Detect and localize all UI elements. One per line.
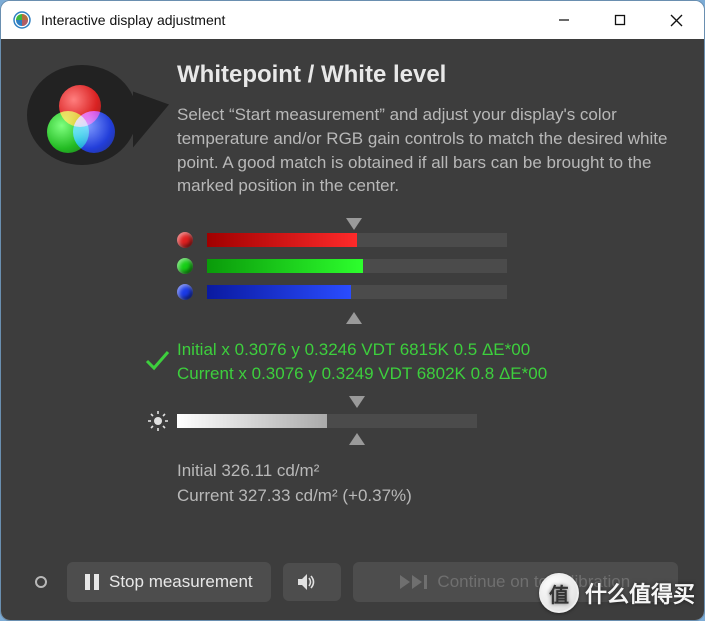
brightness-block [177, 400, 678, 448]
speaker-icon [297, 573, 317, 591]
content-area: Whitepoint / White level Select “Start m… [1, 39, 704, 620]
green-led-icon [177, 258, 193, 274]
pause-icon [85, 574, 99, 590]
rgb-status-text: Initial x 0.3076 y 0.3246 VDT 6815K 0.5 … [177, 338, 547, 386]
maximize-button[interactable] [592, 1, 648, 39]
red-bar-fill [207, 233, 357, 247]
brightness-marker-bottom-icon [349, 433, 365, 445]
brightness-current-line: Current 327.33 cd/m² (+0.37%) [177, 483, 678, 509]
red-bar-row [177, 232, 678, 248]
blue-bar-row [177, 284, 678, 300]
rgb-current-line: Current x 0.3076 y 0.3249 VDT 6802K 0.8 … [177, 362, 547, 386]
continue-calibration-button[interactable]: Continue on to calibration [353, 562, 678, 602]
description: Select “Start measurement” and adjust yo… [177, 103, 677, 198]
marker-top-icon [346, 218, 362, 230]
window-title: Interactive display adjustment [41, 12, 225, 28]
window-frame: Interactive display adjustment [0, 0, 705, 621]
skip-forward-icon [400, 575, 427, 589]
rgb-bars-block [177, 216, 678, 330]
red-led-icon [177, 232, 193, 248]
titlebar: Interactive display adjustment [1, 1, 704, 39]
blue-bar-fill [207, 285, 351, 299]
marker-bottom-icon [346, 312, 362, 324]
record-indicator-button[interactable] [27, 568, 55, 596]
green-bar [207, 259, 507, 273]
stop-measurement-button[interactable]: Stop measurement [67, 562, 271, 602]
blue-led-icon [177, 284, 193, 300]
brightness-status-text: Initial 326.11 cd/m² Current 327.33 cd/m… [177, 458, 678, 509]
continue-button-label: Continue on to calibration [437, 572, 630, 592]
brightness-icon [147, 410, 169, 432]
brightness-bar-fill [177, 414, 327, 428]
brightness-bar [177, 414, 477, 428]
heading: Whitepoint / White level [177, 61, 678, 89]
minimize-button[interactable] [536, 1, 592, 39]
close-button[interactable] [648, 1, 704, 39]
record-dot-icon [35, 576, 47, 588]
red-bar [207, 233, 507, 247]
bottom-toolbar: Stop measurement Continue on to calibrat… [27, 552, 678, 602]
sound-button[interactable] [283, 563, 341, 601]
rgb-speech-icon [27, 65, 157, 175]
rgb-initial-line: Initial x 0.3076 y 0.3246 VDT 6815K 0.5 … [177, 338, 547, 362]
stop-button-label: Stop measurement [109, 572, 253, 592]
brightness-initial-line: Initial 326.11 cd/m² [177, 458, 678, 484]
green-bar-fill [207, 259, 363, 273]
checkmark-icon [143, 346, 177, 379]
blue-bar [207, 285, 507, 299]
green-bar-row [177, 258, 678, 274]
app-icon [13, 11, 31, 29]
brightness-marker-top-icon [349, 396, 365, 408]
